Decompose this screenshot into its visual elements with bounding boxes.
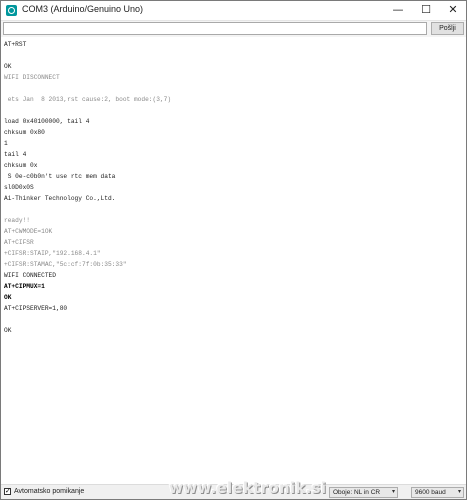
output-line: OK — [4, 63, 12, 70]
window-title: COM3 (Arduino/Genuino Uno) — [22, 4, 144, 14]
chevron-down-icon: ▾ — [391, 489, 395, 495]
output-line: AT+CIPSERVER=1,80 — [4, 305, 68, 312]
line-ending-value: Oboje: NL in CR — [333, 489, 381, 496]
send-row: Pošlji — [1, 21, 466, 37]
autoscroll-label: Avtomatsko pomikanje — [14, 488, 85, 495]
serial-monitor-window: COM3 (Arduino/Genuino Uno) — ☐ ✕ Pošlji … — [0, 0, 467, 500]
output-line: AT+CIFSR — [4, 239, 34, 246]
output-line: WIFI CONNECTED — [4, 272, 56, 279]
watermark: www.elektronik.si — [169, 479, 327, 497]
arduino-icon — [6, 5, 17, 16]
output-line: tail 4 — [4, 151, 27, 158]
output-line: Ai-Thinker Technology Co.,Ltd. — [4, 195, 116, 202]
output-line: S 0e-c0b0n't use rtc mem data — [4, 173, 116, 180]
output-line: sl0D0x0S — [4, 184, 34, 191]
output-line: OK — [4, 294, 12, 301]
minimize-button[interactable]: — — [385, 1, 411, 20]
chevron-down-icon: ▾ — [457, 489, 461, 495]
checkmark-icon: ✓ — [5, 487, 11, 495]
output-line: WIFI DISCONNECT — [4, 74, 60, 81]
output-line: load 0x40100000, tail 4 — [4, 118, 90, 125]
autoscroll-checkbox[interactable]: ✓ — [4, 488, 11, 495]
maximize-button[interactable]: ☐ — [413, 1, 439, 20]
output-line: AT+CWMODE=1OK — [4, 228, 53, 235]
output-line: ets Jan 8 2013,rst cause:2, boot mode:(3… — [4, 96, 172, 103]
send-input[interactable] — [3, 22, 427, 35]
output-line: +CIFSR:STAMAC,"5c:cf:7f:0b:35:33" — [4, 261, 127, 268]
output-line: chksum 0x80 — [4, 129, 45, 136]
send-button[interactable]: Pošlji — [431, 22, 464, 35]
line-ending-select[interactable]: Oboje: NL in CR ▾ — [329, 487, 398, 498]
baud-rate-value: 9600 baud — [415, 489, 446, 496]
title-bar: COM3 (Arduino/Genuino Uno) — ☐ ✕ — [1, 1, 466, 21]
baud-rate-select[interactable]: 9600 baud ▾ — [411, 487, 464, 498]
output-line: chksum 0x — [4, 162, 38, 169]
output-line: AT+RST — [4, 41, 27, 48]
output-line: ready!! — [4, 217, 30, 224]
output-line: 1 — [4, 140, 8, 147]
output-line: +CIFSR:STAIP,"192.168.4.1" — [4, 250, 101, 257]
close-button[interactable]: ✕ — [440, 1, 466, 20]
output-line: AT+CIPMUX=1 — [4, 283, 45, 290]
serial-output[interactable]: AT+RST OK WIFI DISCONNECT ets Jan 8 2013,r… — [2, 38, 464, 482]
output-line: OK — [4, 327, 12, 334]
